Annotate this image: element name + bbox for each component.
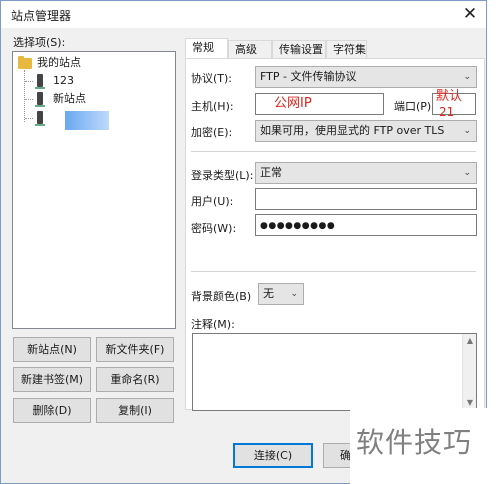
logon-type-value: 正常 [260,166,282,179]
new-site-button[interactable]: 新站点(N) [13,337,91,362]
port-value-line1: 默认 [436,89,463,104]
server-icon [35,92,45,107]
tab-charset[interactable]: 字符集 [326,40,367,59]
comments-label: 注释(M): [191,318,235,331]
scroll-up-icon[interactable]: ▲ [463,334,477,348]
divider [191,271,476,272]
close-icon[interactable]: ✕ [457,2,483,26]
protocol-select[interactable]: FTP - 文件传输协议 ⌄ [255,66,477,88]
tree-root-my-sites[interactable]: 我的站点 [13,54,173,72]
encryption-select[interactable]: 如果可用，使用显式的 FTP over TLS ⌄ [255,120,477,142]
encryption-value: 如果可用，使用显式的 FTP over TLS [260,124,445,137]
watermark-text: 软件技巧 [356,426,473,459]
delete-button[interactable]: 删除(D) [13,398,91,423]
tree-root-label: 我的站点 [37,56,81,69]
chevron-down-icon: ⌄ [290,289,298,299]
chevron-down-icon: ⌄ [463,72,471,82]
select-entry-label: 选择项(S): [13,36,66,49]
tab-advanced[interactable]: 高级 [228,40,272,59]
folder-icon [18,56,32,69]
tree-item-label: 新站点 [53,92,86,105]
chevron-down-icon: ⌄ [463,126,471,136]
divider [191,151,476,152]
tree-item-label: 123 [53,74,74,87]
tree-item-123[interactable]: 123 [13,72,173,90]
new-bookmark-button[interactable]: 新建书签(M) [13,367,91,392]
host-value-annotation: 公网IP [274,96,312,111]
tab-general[interactable]: 常规 [185,38,228,59]
protocol-label: 协议(T): [191,72,233,85]
port-label: 端口(P): [394,100,435,113]
window-title: 站点管理器 [11,9,72,23]
new-folder-button[interactable]: 新文件夹(F) [96,337,174,362]
host-input[interactable]: 公网IP [255,93,384,115]
user-label: 用户(U): [191,195,234,208]
logon-type-label: 登录类型(L): [191,169,254,182]
password-input[interactable]: ●●●●●●●●● [255,214,477,236]
copy-button[interactable]: 复制(I) [96,398,174,423]
redacted-site-name [65,111,109,130]
rename-button[interactable]: 重命名(R) [96,367,174,392]
tree-item-new-site[interactable]: 新站点 [13,90,173,108]
host-label: 主机(H): [191,100,234,113]
password-value: ●●●●●●●●● [260,221,336,231]
user-input[interactable] [255,188,477,210]
tab-transfer-settings[interactable]: 传输设置 [272,40,326,59]
comments-scrollbar[interactable]: ▲ ▼ [462,334,476,410]
port-value-line2: 21 [439,105,455,119]
password-label: 密码(W): [191,222,237,235]
protocol-value: FTP - 文件传输协议 [260,70,357,83]
site-tree[interactable]: 我的站点 123 新站点 [12,51,176,329]
port-input[interactable]: 默认 21 [432,89,476,119]
title-bar: 站点管理器 ✕ [1,1,486,28]
background-color-select[interactable]: 无 ⌄ [258,283,304,305]
connect-button[interactable]: 连接(C) [233,443,313,468]
logon-type-select[interactable]: 正常 ⌄ [255,162,477,184]
chevron-down-icon: ⌄ [463,168,471,178]
background-color-value: 无 [263,287,274,300]
comments-textarea[interactable]: ▲ ▼ [192,333,477,411]
server-icon [35,111,45,126]
encryption-label: 加密(E): [191,126,233,139]
background-color-label: 背景颜色(B) [191,290,252,303]
server-icon [35,74,45,89]
